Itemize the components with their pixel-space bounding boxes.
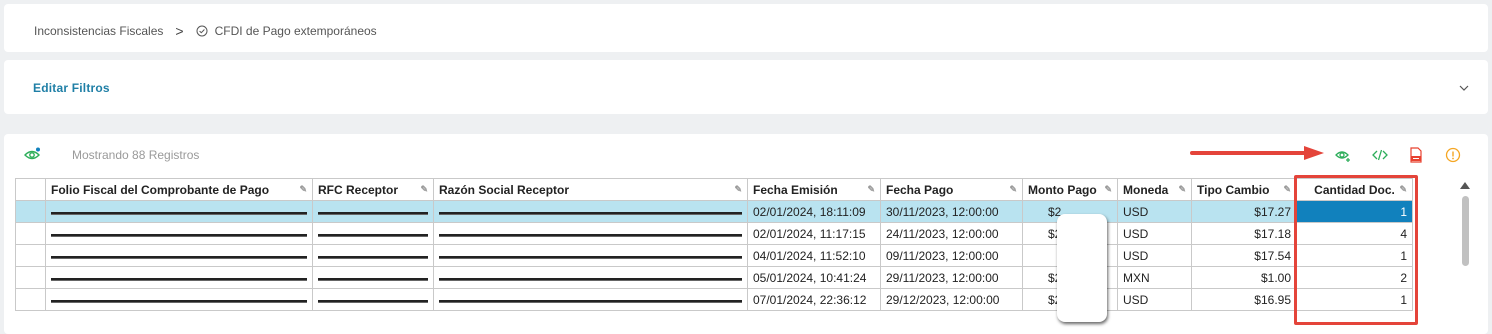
redacted-cell — [433, 288, 748, 311]
redacted-cell — [433, 244, 748, 267]
redacted-cell — [312, 266, 434, 289]
column-header-moneda[interactable]: Moneda ✎ — [1117, 178, 1192, 201]
fecha-emision-cell: 02/01/2024, 11:17:15 — [747, 222, 881, 245]
records-count: Mostrando 88 Registros — [72, 148, 200, 162]
breadcrumb-separator: > — [175, 23, 184, 39]
pin-icon[interactable]: ✎ — [867, 184, 875, 195]
redacted-cell — [312, 244, 434, 267]
moneda-cell: USD — [1117, 288, 1192, 311]
breadcrumb-current: CFDI de Pago extemporáneos — [214, 24, 377, 38]
fecha-pago-cell: 24/11/2023, 12:00:00 — [880, 222, 1023, 245]
redacted-cell — [45, 200, 313, 223]
fecha-pago-cell: 30/11/2023, 12:00:00 — [880, 200, 1023, 223]
annotation-arrow — [1190, 146, 1324, 160]
info-icon[interactable] — [1445, 147, 1461, 163]
tipo-cambio-cell: $17.18 — [1191, 222, 1297, 245]
moneda-cell: USD — [1117, 222, 1192, 245]
redacted-cell — [45, 288, 313, 311]
settings-eye-icon[interactable] — [23, 147, 41, 163]
column-header-monto[interactable]: Monto Pago ✎ — [1022, 178, 1118, 201]
redacted-cell — [45, 266, 313, 289]
table-row[interactable]: 05/01/2024, 10:41:24 29/11/2023, 12:00:0… — [15, 266, 1413, 289]
fecha-emision-cell: 02/01/2024, 18:11:09 — [747, 200, 881, 223]
row-index-cell — [15, 266, 46, 289]
breadcrumb-bar: Inconsistencias Fiscales > CFDI de Pago … — [4, 4, 1488, 52]
row-index-cell — [15, 288, 46, 311]
tipo-cambio-cell: $16.95 — [1191, 288, 1297, 311]
tipo-cambio-cell: $17.54 — [1191, 244, 1297, 267]
breadcrumb-parent[interactable]: Inconsistencias Fiscales — [34, 24, 163, 38]
chevron-down-icon[interactable] — [1458, 82, 1470, 94]
redacted-cell — [312, 222, 434, 245]
results-panel: Mostrando 88 Registros Folio Fiscal del … — [4, 134, 1488, 334]
pin-icon[interactable]: ✎ — [734, 184, 742, 195]
table-row[interactable]: 02/01/2024, 18:11:09 30/11/2023, 12:00:0… — [15, 200, 1413, 223]
moneda-cell: MXN — [1117, 266, 1192, 289]
pdf-icon[interactable] — [1408, 147, 1424, 163]
redacted-cell — [433, 222, 748, 245]
code-icon[interactable] — [1372, 147, 1388, 163]
redacted-cell — [45, 244, 313, 267]
moneda-cell: USD — [1117, 200, 1192, 223]
column-header-tipo-cambio[interactable]: Tipo Cambio ✎ — [1191, 178, 1297, 201]
check-circle-icon — [196, 25, 208, 37]
breadcrumb: Inconsistencias Fiscales > CFDI de Pago … — [34, 23, 377, 39]
highlight-box — [1294, 175, 1418, 325]
filters-panel[interactable]: Editar Filtros — [4, 60, 1488, 114]
redacted-cell — [45, 222, 313, 245]
scroll-up-icon[interactable] — [1460, 182, 1470, 189]
scrollbar-thumb[interactable] — [1462, 196, 1469, 266]
column-header-fecha-pago[interactable]: Fecha Pago ✎ — [880, 178, 1023, 201]
row-index-cell — [15, 200, 46, 223]
column-header-rfc[interactable]: RFC Receptor ✎ — [312, 178, 434, 201]
pin-icon[interactable]: ✎ — [1104, 184, 1112, 195]
fecha-emision-cell: 05/01/2024, 10:41:24 — [747, 266, 881, 289]
redacted-cell — [312, 288, 434, 311]
column-header-index — [15, 178, 46, 201]
pin-icon[interactable]: ✎ — [420, 184, 428, 195]
tipo-cambio-cell: $17.27 — [1191, 200, 1297, 223]
table-row[interactable]: 07/01/2024, 22:36:12 29/12/2023, 12:00:0… — [15, 288, 1413, 311]
pin-icon[interactable]: ✎ — [1283, 184, 1291, 195]
table-row[interactable]: 04/01/2024, 11:52:10 09/11/2023, 12:00:0… — [15, 244, 1413, 267]
table-row[interactable]: 02/01/2024, 11:17:15 24/11/2023, 12:00:0… — [15, 222, 1413, 245]
column-header-folio[interactable]: Folio Fiscal del Comprobante de Pago ✎ — [45, 178, 313, 201]
column-header-razon-social[interactable]: Razón Social Receptor ✎ — [433, 178, 748, 201]
fecha-emision-cell: 07/01/2024, 22:36:12 — [747, 288, 881, 311]
redacted-cell — [312, 200, 434, 223]
fecha-emision-cell: 04/01/2024, 11:52:10 — [747, 244, 881, 267]
moneda-cell: USD — [1117, 244, 1192, 267]
row-index-cell — [15, 222, 46, 245]
redaction-overlay — [1057, 214, 1107, 322]
pin-icon[interactable]: ✎ — [299, 184, 307, 195]
edit-filters-toggle[interactable]: Editar Filtros — [33, 81, 110, 95]
fecha-pago-cell: 29/11/2023, 12:00:00 — [880, 266, 1023, 289]
column-header-fecha-emision[interactable]: Fecha Emisión ✎ — [747, 178, 881, 201]
fecha-pago-cell: 29/12/2023, 12:00:00 — [880, 288, 1023, 311]
row-index-cell — [15, 244, 46, 267]
fecha-pago-cell: 09/11/2023, 12:00:00 — [880, 244, 1023, 267]
vertical-scrollbar[interactable] — [1458, 178, 1472, 327]
tipo-cambio-cell: $1.00 — [1191, 266, 1297, 289]
pin-icon[interactable]: ✎ — [1009, 184, 1017, 195]
view-icon[interactable] — [1335, 147, 1351, 163]
table-header: Folio Fiscal del Comprobante de Pago ✎ RF… — [15, 178, 1413, 201]
redacted-cell — [433, 266, 748, 289]
redacted-cell — [433, 200, 748, 223]
pin-icon[interactable]: ✎ — [1178, 184, 1186, 195]
payments-table: Folio Fiscal del Comprobante de Pago ✎ RF… — [15, 178, 1413, 311]
